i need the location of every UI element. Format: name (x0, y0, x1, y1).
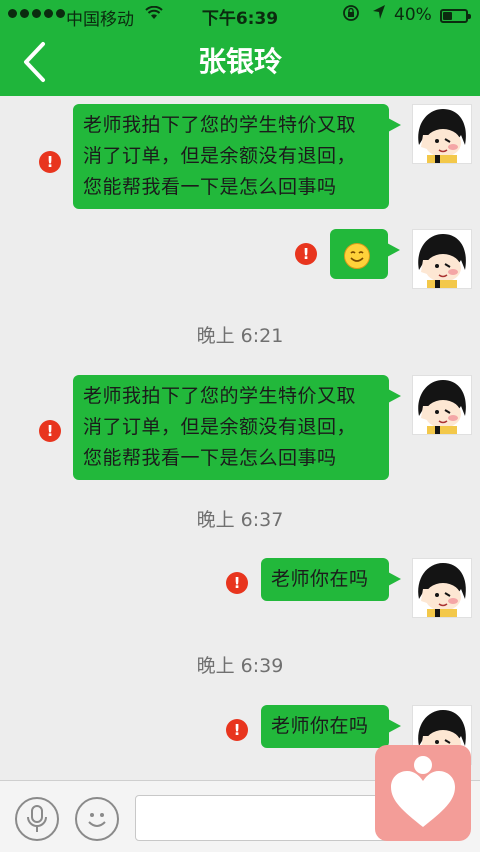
send-failed-icon[interactable]: ! (39, 420, 61, 442)
status-bar: 中国移动 下午6:39 40% (0, 0, 480, 32)
battery-icon (440, 9, 471, 23)
timestamp: 晚上 6:37 (196, 509, 284, 531)
avatar[interactable] (412, 375, 472, 435)
avatar-image (413, 376, 471, 434)
avatar-image (413, 559, 471, 617)
voice-button[interactable] (15, 797, 59, 841)
message-bubble[interactable]: 老师你在吗 (261, 558, 401, 601)
battery-level (443, 12, 452, 20)
message-bubble[interactable]: 老师我拍下了您的学生特价又取 消了订单，但是余额没有退回， 您能帮我看一下是怎么… (73, 104, 401, 209)
page-title: 张银玲 (197, 45, 282, 78)
emoji-button[interactable] (75, 797, 119, 841)
message-bubble[interactable]: 老师你在吗 (261, 705, 401, 748)
avatar[interactable] (412, 104, 472, 164)
message-input[interactable] (135, 795, 405, 841)
message-line: 消了订单，但是余额没有退回， (83, 145, 357, 167)
send-failed-icon[interactable]: ! (226, 719, 248, 741)
smiley-icon (88, 813, 106, 827)
message-line: 老师你在吗 (271, 715, 369, 737)
avatar-image (413, 230, 471, 288)
smile-emoji-icon (344, 242, 370, 269)
send-failed-icon[interactable]: ! (226, 572, 248, 594)
send-failed-icon[interactable]: ! (39, 151, 61, 173)
heart-icon (391, 756, 455, 827)
message-line: 老师我拍下了您的学生特价又取 (83, 385, 357, 407)
message-line: 消了订单，但是余额没有退回， (83, 416, 357, 438)
send-failed-icon[interactable]: ! (295, 243, 317, 265)
message-line: 您能帮我看一下是怎么回事吗 (83, 176, 337, 198)
timestamp: 晚上 6:39 (196, 655, 284, 677)
message-line: 老师我拍下了您的学生特价又取 (83, 114, 357, 136)
message-line: 您能帮我看一下是怎么回事吗 (83, 447, 337, 469)
avatar-image (413, 105, 471, 163)
avatar[interactable] (412, 558, 472, 618)
location-icon (372, 4, 386, 24)
microphone-icon (27, 805, 47, 832)
timestamp: 晚上 6:21 (196, 325, 284, 347)
message-bubble[interactable] (330, 229, 400, 279)
floating-heart-button[interactable] (375, 745, 471, 841)
rotation-lock-icon (342, 4, 360, 26)
message-bubble[interactable]: 老师我拍下了您的学生特价又取 消了订单，但是余额没有退回， 您能帮我看一下是怎么… (73, 375, 401, 480)
avatar[interactable] (412, 229, 472, 289)
message-line: 老师你在吗 (271, 568, 369, 590)
battery-percent: 40% (394, 5, 432, 25)
